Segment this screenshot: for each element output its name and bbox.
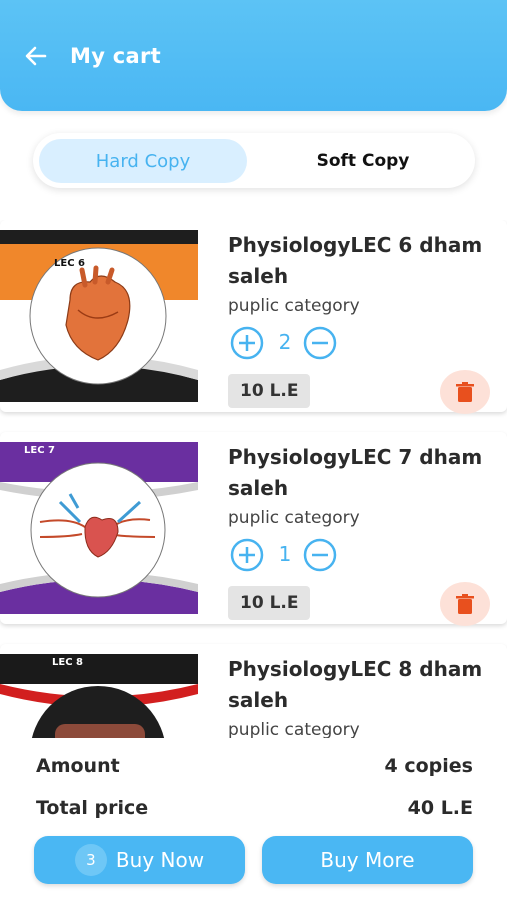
app-bar: My cart — [0, 0, 507, 111]
thumb-caption: LEC 7 — [24, 445, 55, 456]
buy-more-label: Buy More — [320, 848, 415, 872]
total-price-value: 40 L.E — [407, 797, 473, 819]
buy-more-button[interactable]: Buy More — [262, 836, 473, 884]
trash-icon — [456, 594, 474, 614]
amount-label: Amount — [36, 755, 120, 777]
back-arrow-icon[interactable] — [22, 42, 50, 70]
quantity-value: 2 — [278, 330, 292, 354]
delete-button[interactable] — [440, 370, 490, 414]
total-price-label: Total price — [36, 797, 149, 819]
amount-value: 4 copies — [384, 755, 473, 777]
copy-type-toggle: Hard Copy Soft Copy — [33, 133, 475, 188]
lecture-cover-image: LEC 8 — [0, 654, 198, 738]
cart-list[interactable]: LEC 6 PhysiologyLEC 6 dham saleh puplic … — [0, 220, 507, 738]
delete-button[interactable] — [440, 582, 490, 626]
tab-soft-copy[interactable]: Soft Copy — [255, 139, 471, 183]
item-category: puplic category — [228, 720, 360, 738]
page-title: My cart — [70, 44, 162, 68]
minus-circle-icon[interactable] — [303, 538, 337, 572]
thumb-caption: LEC 8 — [52, 657, 83, 668]
lecture-cover-image: LEC 6 — [0, 230, 198, 402]
buy-now-label: Buy Now — [115, 848, 205, 872]
thumb-caption: LEC 6 — [54, 258, 85, 269]
cart-summary: Amount 4 copies Total price 40 L.E 3 Buy… — [0, 738, 507, 900]
lecture-cover-image: LEC 7 — [0, 442, 198, 614]
minus-circle-icon[interactable] — [303, 326, 337, 360]
item-title: PhysiologyLEC 7 dham saleh — [228, 445, 483, 500]
plus-circle-icon[interactable] — [230, 326, 264, 360]
cart-screen: My cart Hard Copy Soft Copy LEC 6 Physio… — [0, 0, 507, 900]
price-tag: 10 L.E — [228, 374, 311, 408]
tab-hard-copy[interactable]: Hard Copy — [39, 139, 247, 183]
item-category: puplic category — [228, 296, 360, 316]
cart-item: LEC 7 PhysiologyLEC 7 dham saleh puplic … — [0, 432, 507, 626]
trash-icon — [456, 382, 474, 402]
price-tag: 10 L.E — [228, 586, 311, 620]
buy-now-button[interactable]: 3 Buy Now — [34, 836, 245, 884]
cart-item: LEC 8 PhysiologyLEC 8 dham saleh puplic … — [0, 644, 507, 738]
cart-item: LEC 6 PhysiologyLEC 6 dham saleh puplic … — [0, 220, 507, 414]
quantity-value: 1 — [278, 542, 292, 566]
item-title: PhysiologyLEC 6 dham saleh — [228, 233, 483, 288]
quantity-stepper: 1 — [230, 538, 350, 572]
cart-count-badge: 3 — [74, 844, 107, 876]
plus-circle-icon[interactable] — [230, 538, 264, 572]
item-title: PhysiologyLEC 8 dham saleh — [228, 657, 483, 712]
quantity-stepper: 2 — [230, 326, 350, 360]
item-category: puplic category — [228, 508, 360, 528]
